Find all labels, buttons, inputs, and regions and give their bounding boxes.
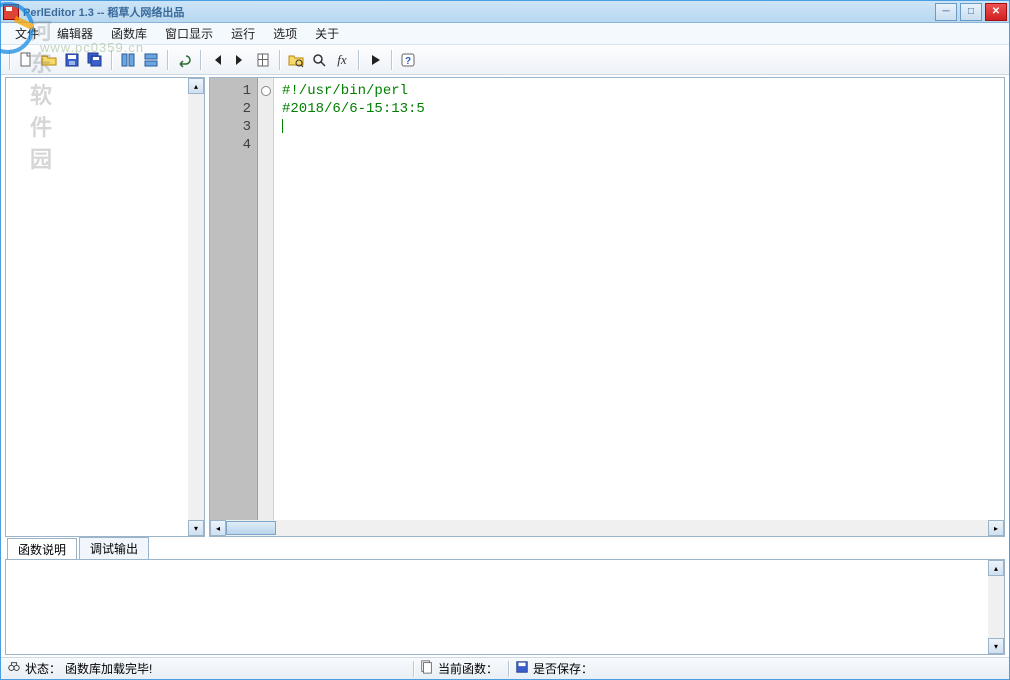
binoculars-icon — [7, 660, 21, 677]
editor-hscrollbar[interactable]: ◂ ▸ — [210, 520, 1004, 536]
scroll-right-icon[interactable]: ▸ — [988, 520, 1004, 536]
minimize-button[interactable]: ─ — [935, 3, 957, 21]
main-area: ▴ ▾ 1 2 3 4 #!/usr/bin/perl#2018/6/6-15:… — [1, 75, 1009, 539]
current-fn-label: 当前函数： — [438, 660, 498, 677]
side-scrollbar[interactable]: ▴ ▾ — [188, 78, 204, 536]
undo-button[interactable] — [173, 49, 195, 71]
save-button[interactable] — [61, 49, 83, 71]
line-number: 1 — [210, 82, 251, 100]
find-button[interactable] — [285, 49, 307, 71]
bottom-panel: 函数说明 调试输出 ▴ ▾ — [5, 539, 1005, 655]
new-file-button[interactable] — [15, 49, 37, 71]
scroll-up-icon[interactable]: ▴ — [988, 560, 1004, 576]
tab-function-desc[interactable]: 函数说明 — [7, 538, 77, 560]
last-button[interactable] — [229, 49, 251, 71]
view1-button[interactable] — [117, 49, 139, 71]
open-button[interactable] — [38, 49, 60, 71]
scroll-up-icon[interactable]: ▴ — [188, 78, 204, 94]
zoom-button[interactable] — [308, 49, 330, 71]
first-button[interactable] — [206, 49, 228, 71]
run-button[interactable] — [364, 49, 386, 71]
toolbar: fx ? — [1, 45, 1009, 75]
statusbar: 状态： 函数库加载完毕! 当前函数： 是否保存： — [1, 657, 1009, 679]
menu-options[interactable]: 选项 — [265, 23, 305, 44]
app-icon — [3, 4, 19, 20]
svg-text:?: ? — [405, 56, 411, 67]
menu-about[interactable]: 关于 — [307, 23, 347, 44]
titlebar[interactable]: PerlEditor 1.3 -- 稻草人网络出品 ─ □ ✕ — [1, 1, 1009, 23]
save-icon — [515, 660, 529, 677]
line-number: 2 — [210, 100, 251, 118]
scroll-down-icon[interactable]: ▾ — [188, 520, 204, 536]
code-area[interactable]: #!/usr/bin/perl#2018/6/6-15:13:5 — [274, 78, 1004, 520]
app-window: 河东软件园 www.pc0359.cn PerlEditor 1.3 -- 稻草… — [0, 0, 1010, 680]
menubar: 文件 编辑器 函数库 窗口显示 运行 选项 关于 — [1, 23, 1009, 45]
saved-label: 是否保存： — [533, 660, 593, 677]
breakpoint-marker-icon[interactable] — [261, 86, 271, 96]
tab-debug-output[interactable]: 调试输出 — [79, 537, 149, 559]
scroll-left-icon[interactable]: ◂ — [210, 520, 226, 536]
status-label: 状态： — [25, 660, 61, 677]
code-line — [282, 118, 996, 136]
fx-button[interactable]: fx — [331, 49, 353, 71]
window-title: PerlEditor 1.3 -- 稻草人网络出品 — [23, 4, 935, 20]
bottom-content: ▴ ▾ — [5, 559, 1005, 655]
help-button[interactable]: ? — [397, 49, 419, 71]
line-number: 3 — [210, 118, 251, 136]
menu-editor[interactable]: 编辑器 — [49, 23, 101, 44]
status-message: 函数库加载完毕! — [65, 660, 152, 677]
scroll-thumb[interactable] — [226, 521, 276, 535]
scroll-down-icon[interactable]: ▾ — [988, 638, 1004, 654]
breakpoint-margin[interactable] — [258, 78, 274, 520]
bottom-scrollbar[interactable]: ▴ ▾ — [988, 560, 1004, 654]
menu-funclib[interactable]: 函数库 — [103, 23, 155, 44]
maximize-button[interactable]: □ — [960, 3, 982, 21]
menu-run[interactable]: 运行 — [223, 23, 263, 44]
line-number: 4 — [210, 136, 251, 154]
line-gutter: 1 2 3 4 — [210, 78, 258, 520]
document-icon — [420, 660, 434, 677]
code-line: #!/usr/bin/perl — [282, 82, 996, 100]
save-all-button[interactable] — [84, 49, 106, 71]
code-editor: 1 2 3 4 #!/usr/bin/perl#2018/6/6-15:13:5… — [209, 77, 1005, 537]
menu-file[interactable]: 文件 — [7, 23, 47, 44]
bottom-tabs: 函数说明 调试输出 — [5, 539, 1005, 559]
text-cursor — [282, 119, 283, 133]
close-button[interactable]: ✕ — [985, 3, 1007, 21]
menu-window[interactable]: 窗口显示 — [157, 23, 221, 44]
bookmark-button[interactable] — [252, 49, 274, 71]
code-line: #2018/6/6-15:13:5 — [282, 100, 996, 118]
side-panel: ▴ ▾ — [5, 77, 205, 537]
view2-button[interactable] — [140, 49, 162, 71]
